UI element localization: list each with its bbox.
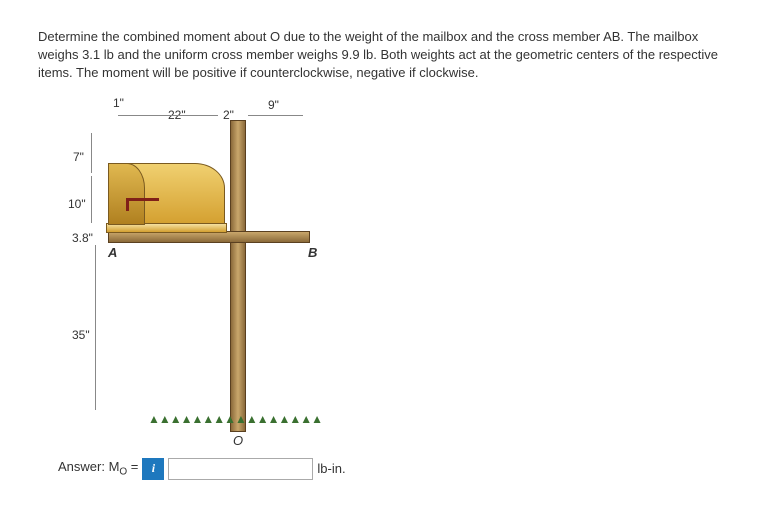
dim-right-arm: 9" xyxy=(268,98,279,112)
dim-top-offset: 1" xyxy=(113,96,124,110)
label-origin: O xyxy=(233,433,243,448)
answer-unit: lb-in. xyxy=(317,461,345,476)
answer-label: Answer: MO = xyxy=(58,459,138,478)
label-b: B xyxy=(308,245,317,260)
label-a: A xyxy=(108,245,117,260)
mailbox-front xyxy=(108,163,145,225)
dim-ground-clear: 35" xyxy=(72,328,90,342)
info-button[interactable]: i xyxy=(142,458,164,480)
problem-statement: Determine the combined moment about O du… xyxy=(38,28,731,83)
mailbox-handle xyxy=(126,198,159,211)
dim-cross-thickness: 3.8" xyxy=(72,231,93,245)
figure: 1" 22" 2" 9" 7" 10" 3.8" 35" A B ▲▲▲▲▲▲▲… xyxy=(58,98,318,448)
dim-upper-height: 7" xyxy=(73,150,84,164)
dim-mailbox-height: 10" xyxy=(68,197,86,211)
answer-input[interactable] xyxy=(168,458,313,480)
grass: ▲▲▲▲▲▲▲▲▲▲▲▲▲▲▲▲▲▲▲▲▲▲▲▲▲▲▲▲ xyxy=(148,412,323,430)
post xyxy=(230,120,246,432)
answer-row: Answer: MO = i lb-in. xyxy=(58,458,731,480)
